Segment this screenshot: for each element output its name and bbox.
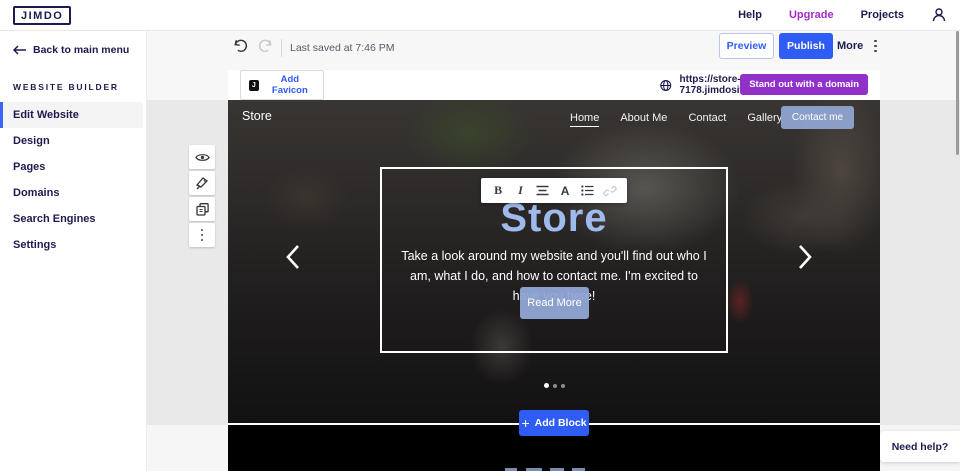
add-block-label: Add Block — [535, 417, 587, 429]
sidebar-item-domains[interactable]: Domains — [0, 180, 143, 206]
read-more-button[interactable]: Read More — [520, 287, 589, 319]
help-link[interactable]: Help — [738, 9, 762, 21]
link-button[interactable] — [601, 182, 619, 200]
carousel-dot-3[interactable] — [561, 384, 565, 388]
carousel-dot-1[interactable] — [544, 383, 549, 388]
redo-icon — [257, 38, 274, 54]
link-icon — [603, 185, 617, 197]
carousel-dot-2[interactable] — [553, 384, 557, 388]
sidebar-item-design[interactable]: Design — [0, 128, 143, 154]
site-brand[interactable]: Store — [242, 109, 272, 123]
add-favicon-button[interactable]: J Add Favicon — [240, 70, 324, 100]
carousel-prev-button[interactable] — [286, 244, 300, 273]
app-header: JIMDO Help Upgrade Projects — [0, 0, 960, 31]
text-format-toolbar: B I A — [481, 178, 627, 203]
need-help-button[interactable]: Need help? — [880, 431, 960, 462]
more-label: More — [837, 40, 863, 52]
block-style-button[interactable] — [189, 171, 215, 195]
plus-icon: + — [521, 415, 529, 431]
undo-button[interactable] — [232, 38, 249, 57]
back-to-main-menu[interactable]: Back to main menu — [0, 31, 146, 56]
globe-icon — [660, 79, 672, 92]
carousel-next-button[interactable] — [798, 244, 812, 273]
sidebar-items: Edit Website Design Pages Domains Search… — [0, 102, 146, 258]
duplicate-block-button[interactable] — [189, 197, 215, 221]
sidebar-item-edit-website[interactable]: Edit Website — [0, 102, 143, 128]
hide-block-button[interactable] — [189, 145, 215, 169]
arrow-left-icon — [13, 45, 26, 55]
font-style-button[interactable]: A — [556, 182, 574, 200]
jimdo-website-builder: JIMDO Help Upgrade Projects Back to main… — [0, 0, 960, 471]
bold-button[interactable]: B — [489, 182, 507, 200]
favicon-badge-icon: J — [249, 80, 259, 91]
back-label: Back to main menu — [33, 44, 129, 56]
projects-link[interactable]: Projects — [861, 9, 904, 21]
contact-me-button[interactable]: Contact me — [781, 106, 854, 129]
site-url-bar: J Add Favicon https://store-1759513573-7… — [228, 70, 880, 100]
sidebar-item-pages[interactable]: Pages — [0, 154, 143, 180]
last-saved-status: Last saved at 7:46 PM — [290, 42, 394, 54]
sidebar-item-search-engines[interactable]: Search Engines — [0, 206, 143, 232]
sidebar-section-title: WEBSITE BUILDER — [0, 56, 146, 92]
publish-button[interactable]: Publish — [779, 33, 833, 59]
upgrade-link[interactable]: Upgrade — [789, 9, 834, 21]
more-button[interactable]: More — [837, 33, 877, 59]
vertical-scrollbar[interactable] — [956, 31, 959, 155]
align-center-button[interactable] — [534, 182, 552, 200]
block-more-button[interactable] — [189, 223, 215, 247]
jimdo-logo[interactable]: JIMDO — [13, 6, 71, 25]
list-icon — [581, 185, 594, 196]
more-dots-icon — [201, 229, 204, 242]
style-brush-icon — [195, 176, 209, 190]
add-favicon-label: Add Favicon — [265, 74, 315, 96]
user-avatar-icon[interactable] — [931, 7, 947, 23]
carousel-dots — [228, 383, 880, 388]
kebab-menu-icon — [874, 40, 877, 53]
italic-button[interactable]: I — [511, 182, 529, 200]
site-nav-contact[interactable]: Contact — [688, 112, 726, 127]
align-center-icon — [536, 185, 549, 196]
site-nav-about-me[interactable]: About Me — [620, 112, 667, 127]
chevron-left-icon — [286, 244, 300, 270]
sidebar-item-settings[interactable]: Settings — [0, 232, 143, 258]
redo-button[interactable] — [257, 38, 274, 57]
website-preview: Store Home About Me Contact Gallery Cont… — [228, 100, 880, 425]
toolbar-divider — [281, 39, 282, 57]
chevron-right-icon — [798, 244, 812, 270]
site-nav: Home About Me Contact Gallery — [570, 112, 782, 127]
stand-out-domain-button[interactable]: Stand out with a domain — [740, 74, 868, 95]
site-nav-gallery[interactable]: Gallery — [747, 112, 782, 127]
add-block-button[interactable]: + Add Block — [519, 410, 589, 436]
block-toolbar — [189, 145, 215, 247]
site-nav-home[interactable]: Home — [570, 112, 599, 127]
eye-icon — [195, 152, 210, 163]
editor-canvas: Last saved at 7:46 PM Preview Publish Mo… — [147, 31, 960, 471]
header-nav: Help Upgrade Projects — [738, 7, 947, 23]
duplicate-icon — [196, 203, 209, 216]
preview-button[interactable]: Preview — [719, 33, 774, 59]
undo-icon — [232, 38, 249, 54]
list-button[interactable] — [578, 182, 596, 200]
builder-sidebar: Back to main menu WEBSITE BUILDER Edit W… — [0, 31, 147, 471]
